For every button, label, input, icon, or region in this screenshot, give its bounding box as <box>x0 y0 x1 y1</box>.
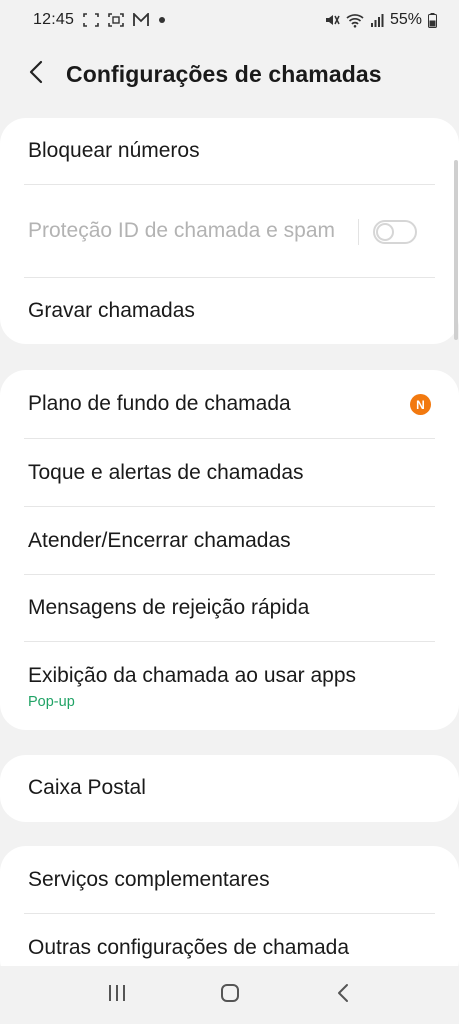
battery-icon <box>428 12 437 28</box>
signal-icon <box>370 13 384 27</box>
setting-voicemail[interactable]: Caixa Postal <box>0 755 459 822</box>
setting-supplementary-services[interactable]: Serviços complementares <box>0 846 459 914</box>
recent-apps-icon <box>107 984 127 1007</box>
setting-sublabel: Pop-up <box>28 693 75 710</box>
scan-icon <box>108 13 124 27</box>
setting-caller-id-spam[interactable]: Proteção ID de chamada e spam <box>0 185 459 278</box>
scrollbar[interactable] <box>454 160 458 340</box>
toggle-separator <box>358 218 359 245</box>
setting-label: Mensagens de rejeição rápida <box>28 596 310 620</box>
settings-group-blocking: Bloquear números Proteção ID de chamada … <box>0 118 459 344</box>
setting-label: Bloquear números <box>28 139 200 163</box>
system-nav-bar <box>0 966 459 1024</box>
wifi-icon <box>346 13 364 28</box>
home-button[interactable] <box>200 970 260 1020</box>
dot-icon <box>158 16 166 24</box>
setting-label: Plano de fundo de chamada <box>28 392 291 416</box>
new-badge: N <box>410 394 431 415</box>
mail-icon <box>133 13 149 27</box>
caller-id-spam-toggle[interactable] <box>373 219 417 244</box>
screenshot-icon <box>83 13 99 27</box>
status-bar: 12:45 55% <box>0 0 459 40</box>
back-arrow-icon <box>29 60 43 89</box>
setting-block-numbers[interactable]: Bloquear números <box>0 118 459 185</box>
recent-apps-button[interactable] <box>87 970 147 1020</box>
setting-quick-decline-messages[interactable]: Mensagens de rejeição rápida <box>0 575 459 642</box>
settings-group-call-display: Plano de fundo de chamada N Toque e aler… <box>0 370 459 730</box>
setting-label: Proteção ID de chamada e spam <box>28 219 336 243</box>
nav-back-button[interactable] <box>313 970 373 1020</box>
home-icon <box>220 983 240 1008</box>
setting-label: Atender/Encerrar chamadas <box>28 528 291 552</box>
page-title: Configurações de chamadas <box>66 60 382 87</box>
setting-answer-end-calls[interactable]: Atender/Encerrar chamadas <box>0 507 459 575</box>
setting-label: Gravar chamadas <box>28 298 195 322</box>
setting-label: Outras configurações de chamada <box>28 935 350 959</box>
app-header: Configurações de chamadas <box>0 48 459 100</box>
back-button[interactable] <box>8 48 64 100</box>
setting-call-display-apps[interactable]: Exibição da chamada ao usar apps Pop-up <box>0 642 459 730</box>
setting-record-calls[interactable]: Gravar chamadas <box>0 278 459 344</box>
mute-icon <box>324 12 340 28</box>
status-time: 12:45 <box>33 11 75 28</box>
setting-label: Toque e alertas de chamadas <box>28 460 304 484</box>
battery-percent: 55% <box>389 11 422 28</box>
settings-group-more: Serviços complementares Outras configura… <box>0 846 459 986</box>
setting-label: Exibição da chamada ao usar apps <box>28 664 357 688</box>
setting-label: Serviços complementares <box>28 867 270 891</box>
setting-ringtone-alerts[interactable]: Toque e alertas de chamadas <box>0 439 459 507</box>
setting-label: Caixa Postal <box>28 776 146 800</box>
settings-group-voicemail: Caixa Postal <box>0 755 459 822</box>
setting-call-background[interactable]: Plano de fundo de chamada N <box>0 370 459 439</box>
back-icon <box>337 983 349 1008</box>
toggle-knob <box>376 222 394 241</box>
